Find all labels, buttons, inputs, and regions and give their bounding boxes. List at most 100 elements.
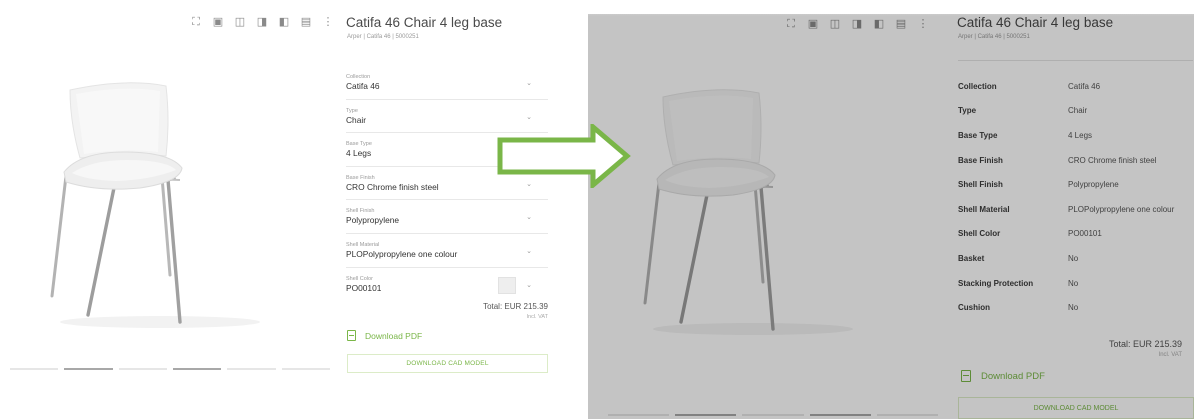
field-value: PLOPolypropylene one colour xyxy=(346,248,458,259)
image-icon[interactable]: ▤ xyxy=(300,16,312,28)
chevron-down-icon[interactable]: ⌄ xyxy=(526,247,532,255)
spec-value: No xyxy=(1068,278,1079,288)
download-pdf-label: Download PDF xyxy=(365,330,423,341)
product-subtitle: Arper | Catifa 46 | 5000251 xyxy=(347,34,419,40)
spec-key: Cushion xyxy=(958,303,990,313)
view-3d-icon[interactable]: ◨ xyxy=(256,16,268,28)
spec-value: No xyxy=(1068,253,1079,263)
spec-key: Base Finish xyxy=(958,155,1003,165)
spec-row: Shell Finish Polypropylene xyxy=(958,172,1194,197)
thumbnail[interactable] xyxy=(876,414,939,416)
chair-image xyxy=(643,89,853,335)
thumbnail[interactable] xyxy=(172,368,222,370)
view-front-icon[interactable]: ▣ xyxy=(807,18,819,30)
spec-key: Stacking Protection xyxy=(958,278,1034,288)
thumbnail[interactable] xyxy=(675,414,737,416)
spec-row: Stacking Protection No xyxy=(958,271,1194,296)
view-side-icon[interactable]: ◫ xyxy=(234,16,246,28)
more-icon[interactable]: ⋮ xyxy=(322,16,334,28)
spec-row: Base Type 4 Legs xyxy=(958,123,1194,148)
spec-value: Chair xyxy=(1068,106,1088,116)
field-shell-finish[interactable]: Shell Finish Polypropylene ⌄ xyxy=(346,200,548,234)
spec-value: PLOPolypropylene one colour xyxy=(1068,204,1175,214)
vat-note: Incl. VAT xyxy=(526,314,549,320)
spec-key: Base Type xyxy=(958,130,998,140)
spec-value: No xyxy=(1068,303,1079,313)
product-title: Catifa 46 Chair 4 leg base xyxy=(346,15,503,30)
spec-value: Polypropylene xyxy=(1068,180,1119,190)
spec-value: 4 Legs xyxy=(1068,130,1093,140)
total-price: Total: EUR 215.39 xyxy=(1108,339,1182,349)
divider xyxy=(958,60,1193,61)
specification-panel: ⛶ ▣ ◫ ◨ ◧ ▤ ⋮ Catifa 46 Chair 4 leg base… xyxy=(588,14,1194,419)
thumbnail[interactable] xyxy=(227,368,276,370)
download-pdf-link[interactable]: Download PDF xyxy=(347,330,422,341)
spec-key: Basket xyxy=(958,253,985,263)
view-3d-icon[interactable]: ◨ xyxy=(851,18,863,30)
field-shell-color[interactable]: Shell Color PO00101 ⌄ xyxy=(346,268,548,302)
product-image xyxy=(20,60,310,360)
arrow-right-icon xyxy=(497,124,631,188)
comparison-stage: ⛶ ▣ ◫ ◨ ◧ ▤ ⋮ Catifa 46 Chair 4 leg base… xyxy=(0,0,1194,419)
more-icon[interactable]: ⋮ xyxy=(917,18,929,30)
vat-note: Incl. VAT xyxy=(1158,352,1182,358)
field-label: Shell Material xyxy=(346,241,380,248)
thumbnail[interactable] xyxy=(809,414,871,416)
field-collection[interactable]: Collection Catifa 46 ⌄ xyxy=(346,66,548,100)
download-cad-button[interactable]: DOWNLOAD CAD MODEL xyxy=(347,354,548,373)
thumbnail[interactable] xyxy=(118,368,167,370)
spec-value: Catifa 46 xyxy=(1068,81,1101,91)
field-label: Collection xyxy=(346,74,371,80)
field-value: Polypropylene xyxy=(346,215,400,226)
field-shell-material[interactable]: Shell Material PLOPolypropylene one colo… xyxy=(346,234,548,268)
spec-row: Type Chair xyxy=(958,99,1194,124)
spec-value: CRO Chrome finish steel xyxy=(1068,155,1157,165)
spec-key: Type xyxy=(958,106,977,116)
thumbnail-strip xyxy=(608,414,939,419)
product-subtitle: Arper | Catifa 46 | 5000251 xyxy=(958,34,1030,40)
document-icon xyxy=(347,330,356,341)
field-value: PO00101 xyxy=(346,282,382,293)
thumbnail-strip xyxy=(10,368,330,372)
thumbnail[interactable] xyxy=(64,368,113,370)
field-label: Type xyxy=(346,107,358,114)
view-toolbar: ⛶ ▣ ◫ ◨ ◧ ▤ ⋮ xyxy=(190,16,334,28)
expand-icon[interactable]: ⛶ xyxy=(785,18,797,30)
chevron-down-icon[interactable]: ⌄ xyxy=(526,281,532,289)
thumbnail[interactable] xyxy=(281,368,330,370)
view-front-icon[interactable]: ▣ xyxy=(212,16,224,28)
color-swatch xyxy=(498,276,516,294)
spec-row: Cushion No xyxy=(958,295,1194,320)
total-price: Total: EUR 215.39 xyxy=(483,302,548,311)
field-label: Shell Finish xyxy=(346,208,375,215)
chevron-down-icon[interactable]: ⌄ xyxy=(526,79,532,87)
chevron-down-icon[interactable]: ⌄ xyxy=(526,113,532,121)
spec-row: Shell Material PLOPolypropylene one colou… xyxy=(958,197,1194,222)
view-top-icon[interactable]: ◧ xyxy=(873,18,885,30)
spec-key: Shell Finish xyxy=(958,180,1003,190)
thumbnail[interactable] xyxy=(10,368,59,370)
spec-key: Collection xyxy=(958,81,997,91)
specification-table: Collection Catifa 46 Type Chair Base Type 4… xyxy=(958,74,1194,320)
spec-key: Shell Material xyxy=(958,204,1010,214)
view-toolbar: ⛶ ▣ ◫ ◨ ◧ ▤ ⋮ xyxy=(785,18,929,30)
product-image xyxy=(613,62,903,362)
download-pdf-link[interactable]: Download PDF xyxy=(961,370,1045,382)
download-pdf-label: Download PDF xyxy=(981,370,1045,382)
spec-row: Basket No xyxy=(958,246,1194,271)
thumbnail[interactable] xyxy=(742,414,804,416)
expand-icon[interactable]: ⛶ xyxy=(190,16,202,28)
spec-value: PO00101 xyxy=(1068,229,1102,239)
configurator-panel: ⛶ ▣ ◫ ◨ ◧ ▤ ⋮ Catifa 46 Chair 4 leg base… xyxy=(0,0,570,419)
thumbnail[interactable] xyxy=(608,414,670,416)
chevron-down-icon[interactable]: ⌄ xyxy=(526,213,532,221)
spec-key: Shell Color xyxy=(958,229,1001,239)
field-value: Catifa 46 xyxy=(346,81,380,91)
image-icon[interactable]: ▤ xyxy=(895,18,907,30)
spec-row: Base Finish CRO Chrome finish steel xyxy=(958,148,1194,173)
view-top-icon[interactable]: ◧ xyxy=(278,16,290,28)
document-icon xyxy=(961,370,971,382)
view-side-icon[interactable]: ◫ xyxy=(829,18,841,30)
download-cad-button[interactable]: DOWNLOAD CAD MODEL xyxy=(958,397,1194,419)
product-title: Catifa 46 Chair 4 leg base xyxy=(957,15,1114,30)
